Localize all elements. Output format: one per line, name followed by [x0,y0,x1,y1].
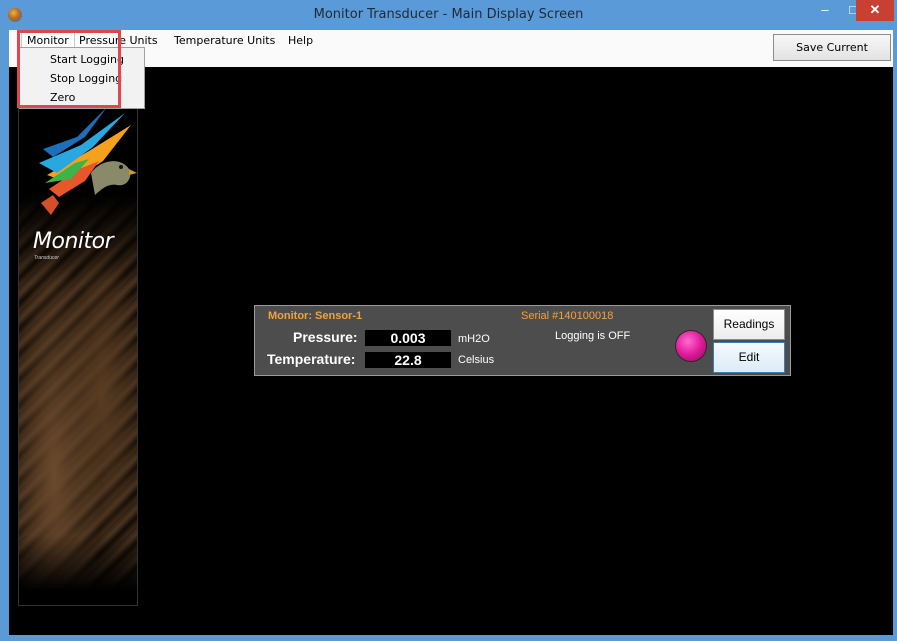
logging-status: Logging is OFF [555,330,631,342]
temperature-value: 22.8 [365,352,451,368]
edit-button[interactable]: Edit [713,342,785,373]
sensor-title: Monitor: Sensor-1 [268,310,363,322]
sensor-panel: Monitor: Sensor-1 Serial #140100018 Pres… [254,305,791,376]
window-border-bottom [9,635,893,641]
annotation-highlight [17,30,121,108]
readings-button[interactable]: Readings [713,309,785,340]
brand-side-panel: Monitor Transducer [18,82,138,606]
logo-wordmark: Monitor [33,229,114,254]
logo-subtitle: Transducer [34,255,59,261]
minimize-button[interactable]: – [811,0,839,21]
pressure-value: 0.003 [365,330,451,346]
close-button[interactable]: ✕ [856,0,894,21]
menu-help[interactable]: Help [284,34,317,48]
pressure-label: Pressure: [293,329,358,345]
status-indicator-icon [675,330,707,362]
bird-logo-icon [39,107,137,215]
title-bar[interactable]: Monitor Transducer - Main Display Screen… [0,0,897,30]
pressure-unit: mH2O [458,333,490,345]
save-current-reading-button[interactable]: Save Current Reading [773,34,891,79]
temperature-label: Temperature: [267,351,356,367]
window-title: Monitor Transducer - Main Display Screen [313,7,584,22]
temperature-unit: Celsius [458,354,495,366]
menu-temperature-units[interactable]: Temperature Units [170,34,279,48]
main-window: Monitor Transducer - Main Display Screen… [0,0,897,641]
serial-number: Serial #140100018 [521,310,614,322]
